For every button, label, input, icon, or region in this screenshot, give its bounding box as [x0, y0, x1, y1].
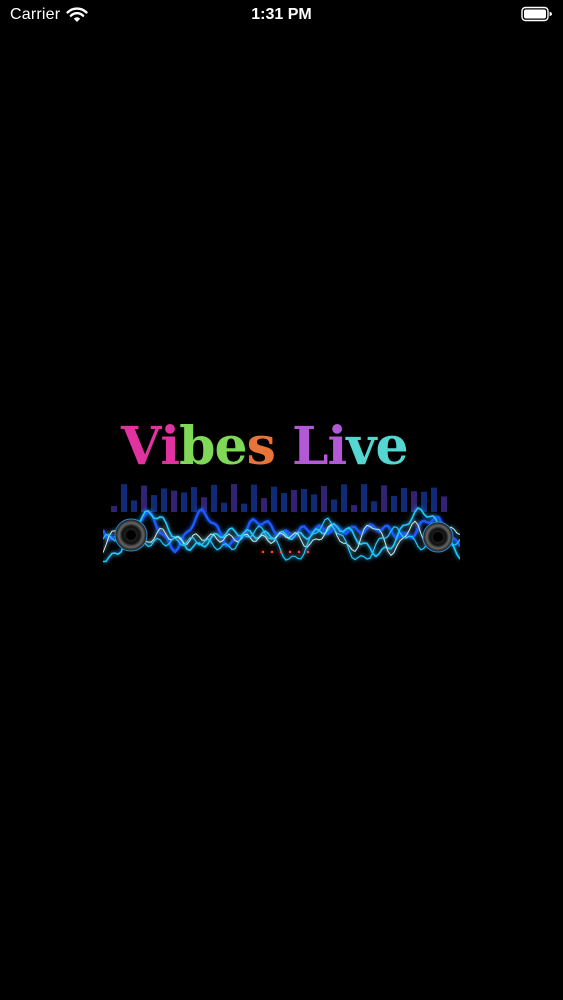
logo-letter: v	[346, 416, 376, 477]
sound-wave-graphic	[103, 484, 460, 563]
logo-letter: V	[121, 416, 161, 477]
logo-letter: i	[160, 416, 180, 477]
logo-letter: L	[291, 416, 329, 477]
logo-letter: i	[327, 416, 348, 477]
logo-title: Vibes Live	[121, 414, 409, 480]
status-time: 1:31 PM	[251, 6, 312, 23]
logo-letter: s	[246, 416, 276, 477]
logo-letter: e	[214, 416, 247, 477]
logo-letter: e	[375, 416, 409, 477]
battery-icon	[521, 6, 552, 22]
logo-letter: b	[179, 416, 215, 477]
logo-letter	[275, 414, 292, 480]
app-logo: Vibes Live	[103, 412, 460, 587]
status-bar: Carrier 1:31 PM	[0, 0, 563, 30]
